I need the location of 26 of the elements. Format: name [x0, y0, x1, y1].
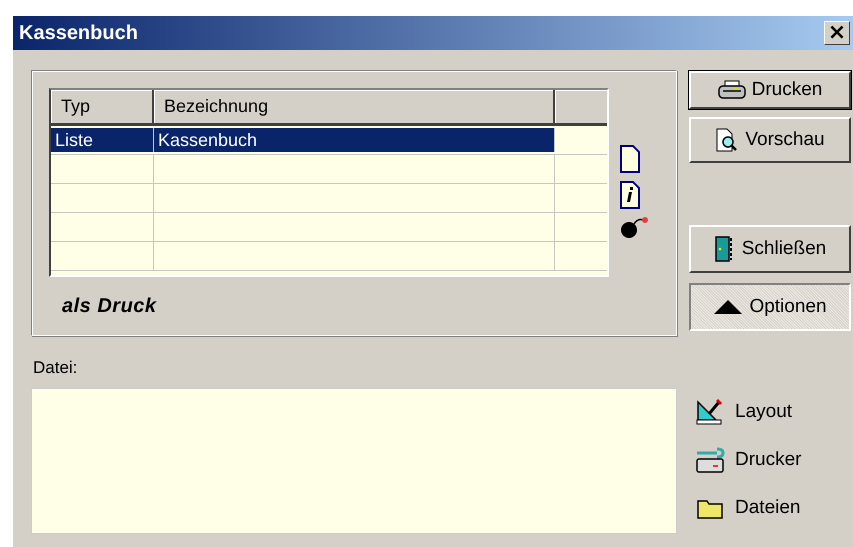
files-link[interactable]: Dateien [695, 493, 851, 523]
set-square-icon [695, 398, 725, 426]
preview-icon [715, 127, 740, 153]
file-field[interactable] [31, 388, 677, 534]
output-mode-label: als Druck [62, 295, 158, 318]
close-button[interactable]: × [824, 21, 850, 45]
printer-icon [695, 446, 725, 474]
preview-button[interactable]: Vorschau [689, 117, 851, 163]
column-header [555, 90, 607, 123]
column-header[interactable]: Typ [51, 90, 154, 123]
column-header[interactable]: Bezeichnung [154, 90, 555, 123]
printer-link[interactable]: Drucker [695, 445, 851, 475]
print-button[interactable]: Drucken [689, 71, 851, 109]
options-button[interactable]: Optionen [689, 283, 851, 331]
file-label: Datei: [33, 358, 78, 378]
info-document-icon[interactable] [619, 180, 641, 210]
window-title: Kassenbuch [19, 22, 138, 44]
up-triangle-icon [713, 299, 744, 315]
table-cell: Liste [51, 128, 154, 152]
layout-link[interactable]: Layout [695, 397, 851, 427]
close-button[interactable]: Schließen [689, 225, 851, 273]
table-cell: Kassenbuch [154, 128, 555, 152]
new-document-icon[interactable] [619, 144, 641, 174]
selected-row[interactable]: Liste Kassenbuch [51, 128, 555, 152]
printer-icon [718, 80, 746, 100]
bomb-icon[interactable] [619, 216, 649, 240]
